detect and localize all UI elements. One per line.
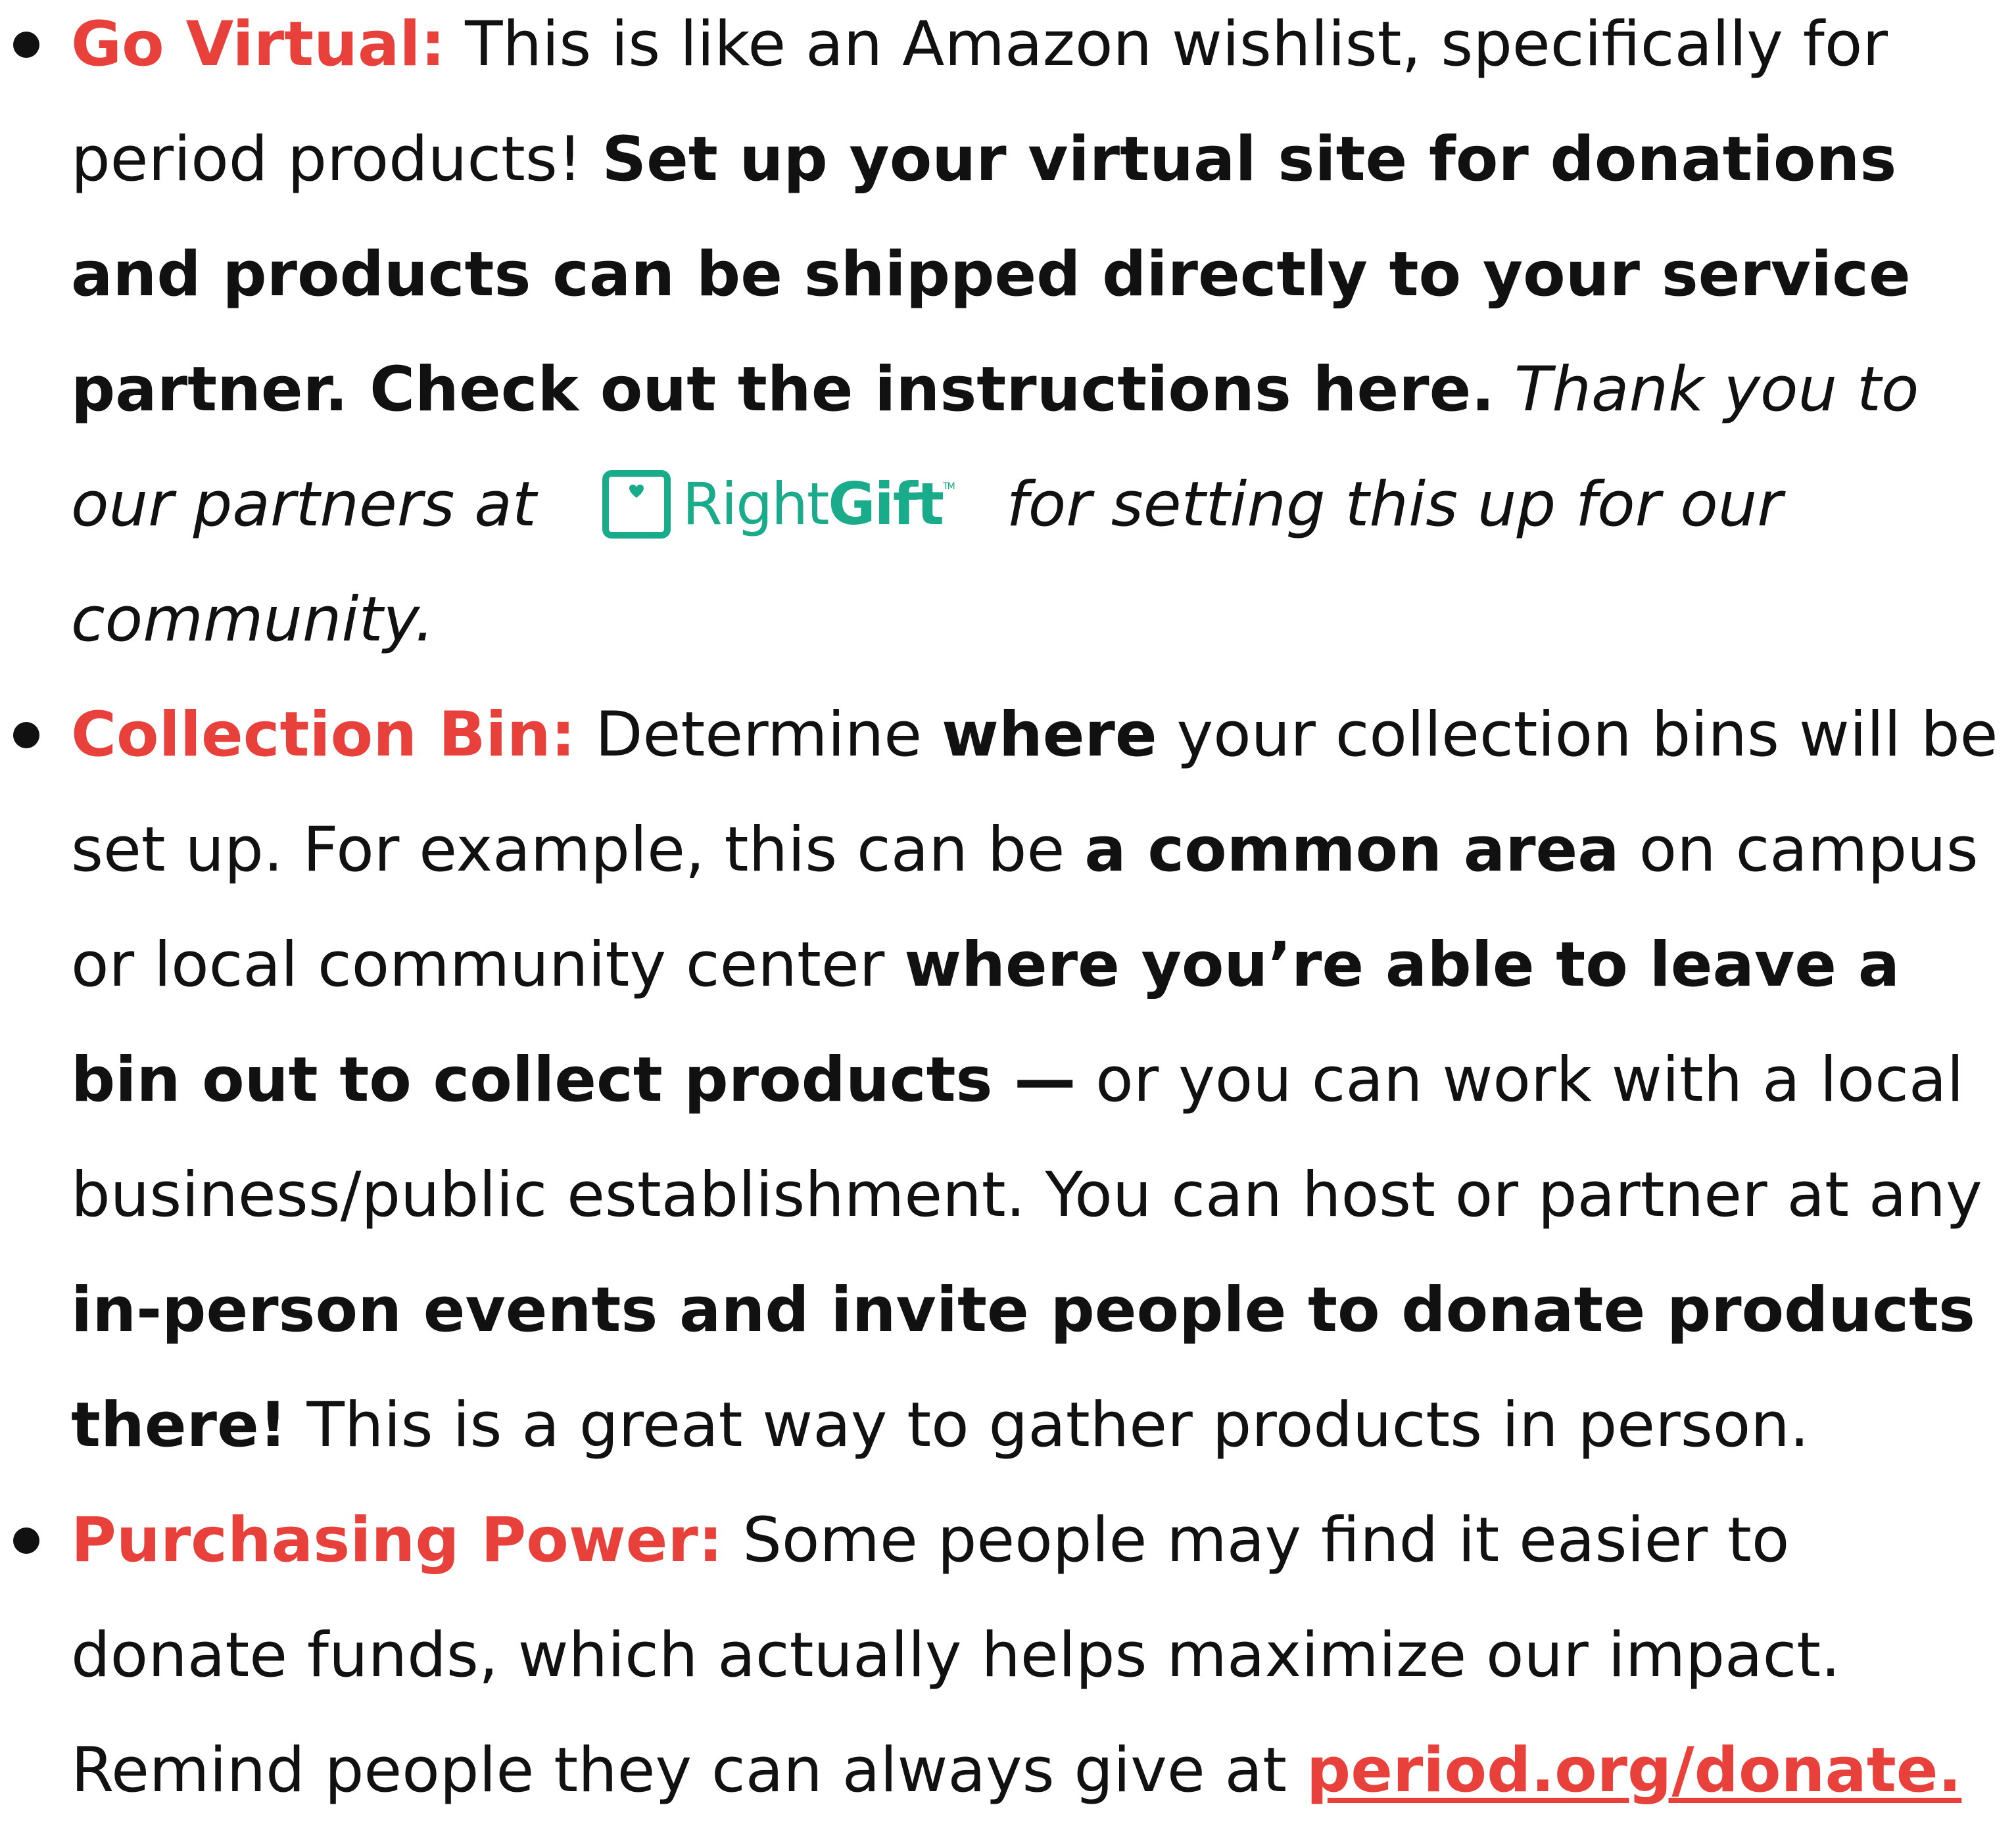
bullet-icon: [13, 32, 39, 58]
item-heading: Collection Bin:: [71, 699, 576, 771]
item-bold-text: a common area: [1084, 814, 1620, 886]
heart-in-box-icon: [602, 470, 671, 539]
item-text: This is a great way to gather products i…: [287, 1389, 1810, 1461]
document-page: Go Virtual: This is like an Amazon wishl…: [0, 0, 2016, 1806]
donate-link[interactable]: period.org/donate.: [1307, 1735, 1961, 1806]
bullet-icon: [13, 1527, 39, 1554]
logo-word-gift: Gift: [828, 470, 944, 539]
logo-trademark: TM: [943, 481, 955, 493]
list-item-purchasing-power: Purchasing Power: Some people may find i…: [0, 1483, 2016, 1828]
logo-word-right: Right: [682, 470, 830, 539]
list-item-go-virtual: Go Virtual: This is like an Amazon wishl…: [0, 0, 2016, 677]
item-heading: Purchasing Power:: [71, 1504, 723, 1576]
bullet-icon: [13, 722, 39, 748]
item-heading: Go Virtual:: [71, 9, 446, 80]
item-text: Determine: [575, 699, 942, 771]
bullet-list: Go Virtual: This is like an Amazon wishl…: [0, 0, 2016, 1828]
item-bold-text: where: [942, 699, 1157, 771]
rightgift-logo: RightGiftTM: [602, 470, 955, 539]
logo-wordmark: RightGiftTM: [683, 475, 955, 533]
list-item-collection-bin: Collection Bin: Determine where your col…: [0, 677, 2016, 1483]
